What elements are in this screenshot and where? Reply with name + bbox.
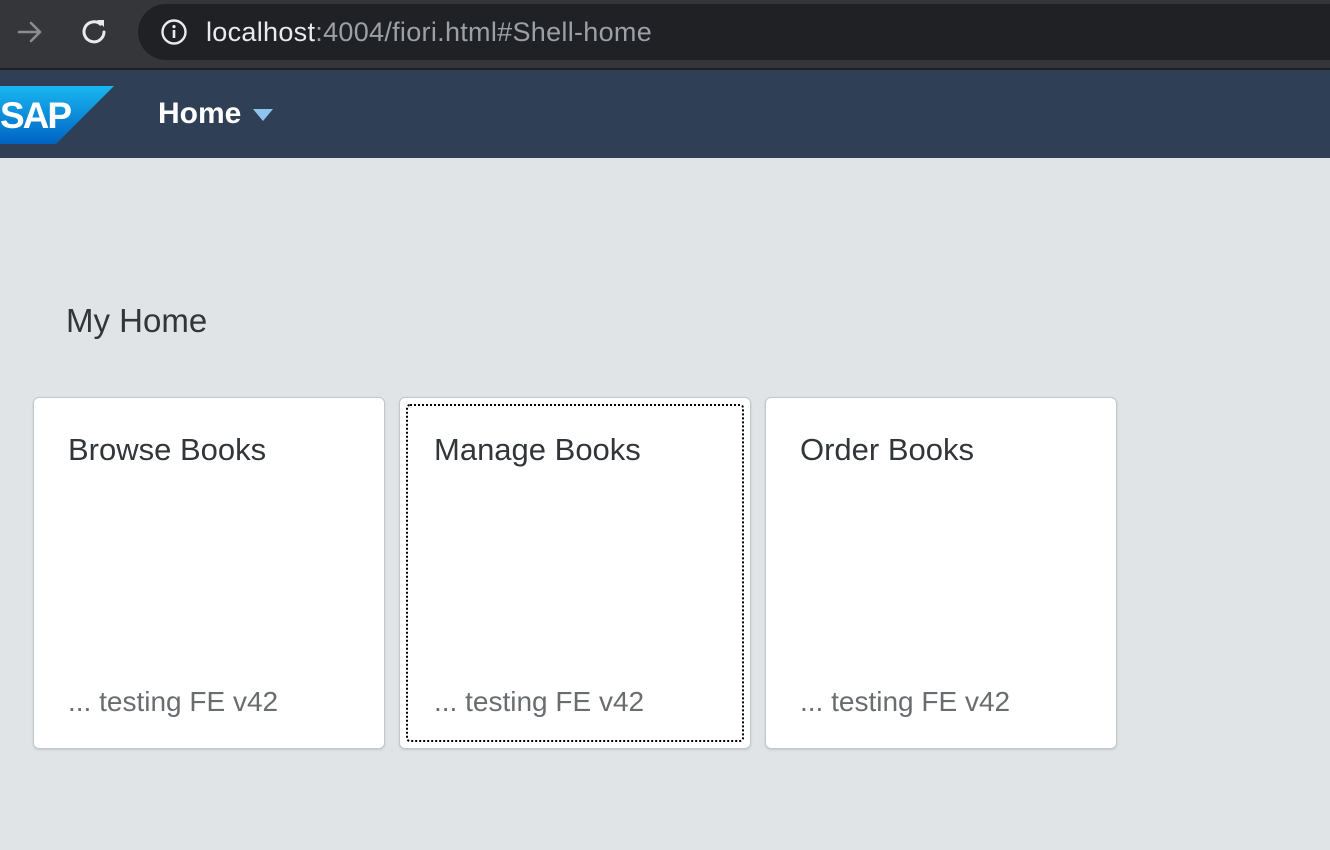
reload-button[interactable] [76,14,112,50]
tile-subtitle: ... testing FE v42 [68,686,279,717]
tile-subtitle: ... testing FE v42 [800,686,1011,717]
tile-title: Manage Books [434,432,641,467]
address-bar[interactable]: localhost:4004/fiori.html#Shell-home [138,4,1330,60]
tile-manage-books[interactable]: Manage Books ... testing FE v42 [399,397,751,749]
tile-browse-books[interactable]: Browse Books ... testing FE v42 [33,397,385,749]
home-menu-button[interactable]: Home [158,96,274,132]
shell-header: SAP Home [0,70,1330,158]
arrow-right-icon [17,21,42,43]
tile-subtitle: ... testing FE v42 [434,686,645,717]
tile-title: Browse Books [68,432,267,467]
reload-icon [82,20,106,44]
tile-order-books[interactable]: Order Books ... testing FE v42 [765,397,1117,749]
url-path: :4004/fiori.html#Shell-home [315,16,653,47]
home-label: Home [158,97,242,130]
sap-logo[interactable]: SAP [0,86,114,144]
tile-title: Order Books [800,432,975,467]
info-icon[interactable] [160,18,188,46]
section-title: My Home [66,302,208,339]
url-host: localhost [206,16,316,47]
caret-down-icon [253,109,274,121]
browser-toolbar: localhost:4004/fiori.html#Shell-home [0,0,1330,70]
sap-logo-text: SAP [0,95,71,136]
forward-button[interactable] [12,14,48,50]
url-text[interactable]: localhost:4004/fiori.html#Shell-home [206,17,652,48]
